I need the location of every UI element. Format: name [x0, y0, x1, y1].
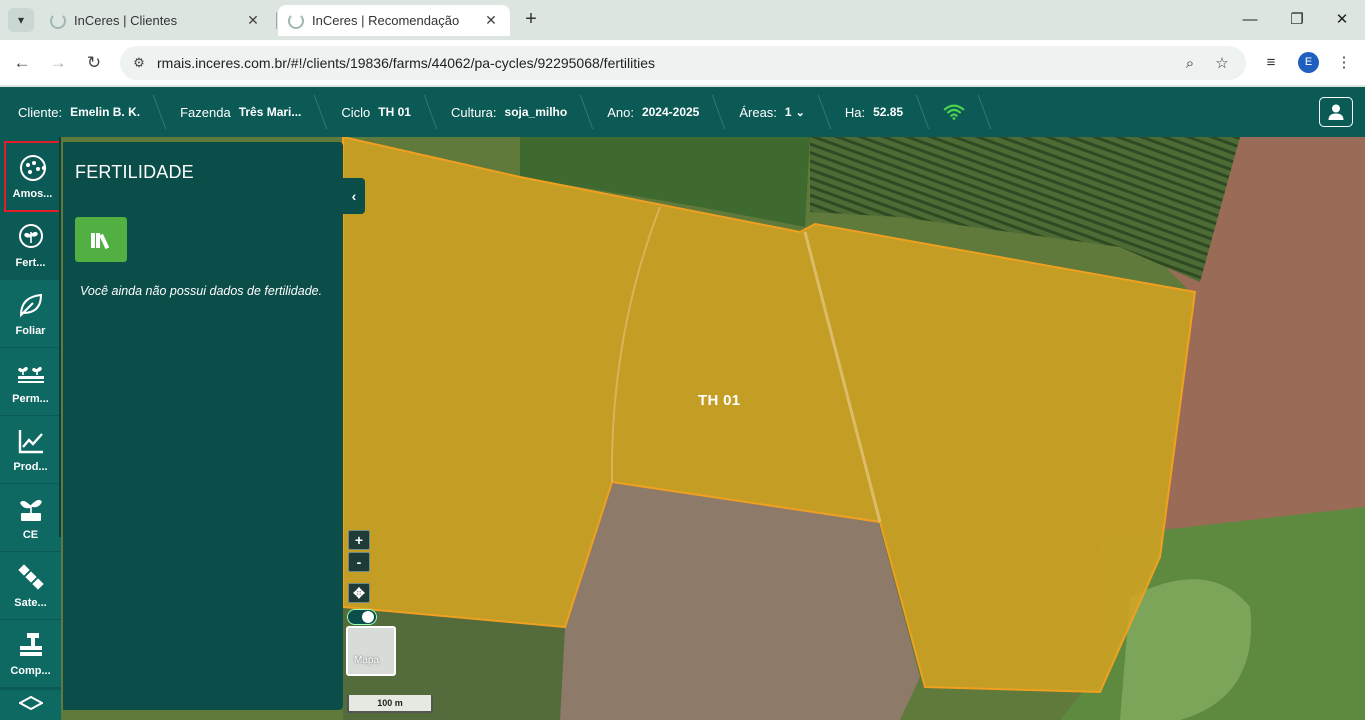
crumb-key: Ano:: [607, 104, 634, 120]
back-icon[interactable]: ←: [10, 51, 34, 75]
tab-close-icon[interactable]: ✕: [244, 12, 262, 29]
basemap-switcher[interactable]: Mapa: [346, 626, 396, 676]
rail-item-foliar[interactable]: Foliar: [0, 280, 61, 347]
collapse-panel-button[interactable]: ‹: [343, 178, 365, 214]
crumb-key: Cultura:: [450, 104, 497, 120]
app-header: Cliente: Emelin B. K. Fazenda Três Mari.…: [0, 87, 1365, 137]
books-icon: [91, 232, 110, 249]
crumb-cultura[interactable]: Cultura: soja_milho: [433, 87, 589, 137]
crumb-ha: Ha: 52.85: [827, 87, 925, 137]
zoom-in-button[interactable]: +: [348, 530, 370, 550]
new-tab-button[interactable]: +: [519, 8, 543, 32]
rail-item-ce[interactable]: CE: [0, 484, 61, 551]
media-control-icon[interactable]: ≡: [1260, 52, 1282, 74]
crumb-cliente[interactable]: Cliente: Emelin B. K.: [0, 87, 162, 137]
crumb-key: Ciclo: [341, 104, 371, 120]
crumb-key: Cliente:: [18, 104, 63, 120]
layer-toggle[interactable]: [347, 609, 377, 625]
library-button[interactable]: [75, 217, 127, 262]
rail-item-label: Amos...: [12, 187, 53, 200]
rail-item-label: Foliar: [15, 324, 46, 337]
rail-item-produtividade[interactable]: Prod...: [0, 416, 61, 483]
tab-loading-icon: [50, 12, 66, 29]
rail-item-satelite[interactable]: Sate...: [0, 552, 61, 619]
tab-list-button[interactable]: ▾: [8, 8, 34, 32]
panel-title: FERTILIDADE: [75, 162, 194, 182]
crumb-value: TH 01: [378, 105, 411, 119]
tab-separator: [276, 12, 277, 29]
crumb-value: 2024-2025: [641, 105, 700, 119]
crumb-key: Ha:: [844, 104, 866, 120]
browser-toolbar: ← → ↻ ⚙ rmais.inceres.com.br/#!/clients/…: [0, 40, 1365, 86]
zoom-out-button[interactable]: -: [348, 552, 370, 572]
rail-scrollbar[interactable]: [59, 137, 61, 537]
rail-item-label: Perm...: [12, 392, 49, 405]
window-close-icon[interactable]: ✕: [1330, 8, 1354, 32]
forward-icon[interactable]: →: [46, 51, 70, 75]
rail-item-compactacao[interactable]: Comp...: [0, 620, 61, 687]
user-menu-button[interactable]: [1319, 97, 1353, 127]
bookmark-star-icon[interactable]: ☆: [1212, 54, 1232, 74]
fertility-icon: [18, 223, 43, 248]
browser-tab-bar: ▾ InCeres | Clientes ✕ InCeres | Recomen…: [0, 0, 1365, 40]
rail-item-label: Comp...: [10, 664, 51, 677]
seedlings-icon: [17, 366, 44, 383]
tab-loading-icon: [288, 12, 304, 29]
profile-avatar[interactable]: E: [1298, 52, 1319, 73]
chart-line-icon: [18, 429, 43, 453]
address-bar[interactable]: ⚙ rmais.inceres.com.br/#!/clients/19836/…: [120, 46, 1246, 80]
tab-title: InCeres | Clientes: [74, 13, 178, 28]
satellite-icon: [17, 563, 44, 590]
crumb-key: Fazenda: [180, 104, 231, 120]
compaction-icon: [19, 632, 42, 656]
zoom-icon[interactable]: ⌕: [1180, 54, 1200, 74]
crumb-connection: [925, 87, 987, 137]
pan-button[interactable]: ✥: [348, 583, 370, 603]
restore-icon[interactable]: ❐: [1285, 8, 1309, 32]
crumb-value: 1: [784, 105, 792, 119]
crumb-fazenda[interactable]: Fazenda Três Mari...: [162, 87, 323, 137]
leaf-icon: [19, 293, 42, 317]
sampling-icon: [19, 154, 46, 181]
user-icon: [1328, 104, 1344, 120]
crumb-value: soja_milho: [504, 105, 568, 119]
rail-item-label: Sate...: [14, 596, 47, 609]
crumb-ciclo[interactable]: Ciclo TH 01: [323, 87, 433, 137]
crumb-value: 52.85: [873, 105, 904, 119]
chevron-down-icon: ⌄: [795, 106, 805, 119]
minimize-icon[interactable]: —: [1238, 8, 1262, 32]
rail-item-label: Fert...: [15, 256, 46, 269]
rail-item-amostragem[interactable]: Amos...: [4, 141, 61, 212]
crumb-areas[interactable]: Áreas: 1 ⌄: [721, 87, 826, 137]
rail-item-layers[interactable]: [0, 690, 61, 720]
crumb-key: Áreas:: [739, 104, 777, 120]
basemap-label: Mapa: [354, 655, 380, 666]
rail-item-fertilidade[interactable]: Fert...: [0, 212, 61, 279]
reload-icon[interactable]: ↻: [82, 51, 106, 75]
chevron-left-icon: ‹: [351, 188, 357, 204]
map-scale: 100 m: [347, 695, 433, 713]
left-rail: Amos... Fert... Foliar Perm... Prod... C…: [0, 137, 61, 720]
field-label[interactable]: TH 01: [698, 392, 740, 409]
empty-state-message: Você ainda não possui dados de fertilida…: [80, 284, 323, 298]
tab-title: InCeres | Recomendação: [312, 13, 460, 28]
browser-tab-recomendacao[interactable]: InCeres | Recomendação ✕: [278, 5, 510, 36]
fertility-panel: FERTILIDADE Você ainda não possui dados …: [63, 142, 343, 710]
rail-item-label: Prod...: [13, 460, 48, 473]
crumb-ano[interactable]: Ano: 2024-2025: [589, 87, 721, 137]
browser-tab-clientes[interactable]: InCeres | Clientes ✕: [40, 5, 272, 36]
crumb-value: Três Mari...: [238, 105, 302, 119]
crumb-value: Emelin B. K.: [70, 105, 141, 119]
rail-item-permanentes[interactable]: Perm...: [0, 348, 61, 415]
url-text[interactable]: rmais.inceres.com.br/#!/clients/19836/fa…: [157, 55, 655, 71]
browser-menu-icon[interactable]: ⋮: [1333, 52, 1355, 74]
site-info-icon[interactable]: ⚙: [130, 54, 148, 72]
tab-close-icon[interactable]: ✕: [482, 12, 500, 29]
plant-ce-icon: [19, 499, 42, 521]
rail-item-label: CE: [22, 528, 39, 541]
wifi-icon: [943, 104, 965, 120]
move-icon: ✥: [353, 585, 365, 601]
layers-icon: [18, 696, 43, 710]
